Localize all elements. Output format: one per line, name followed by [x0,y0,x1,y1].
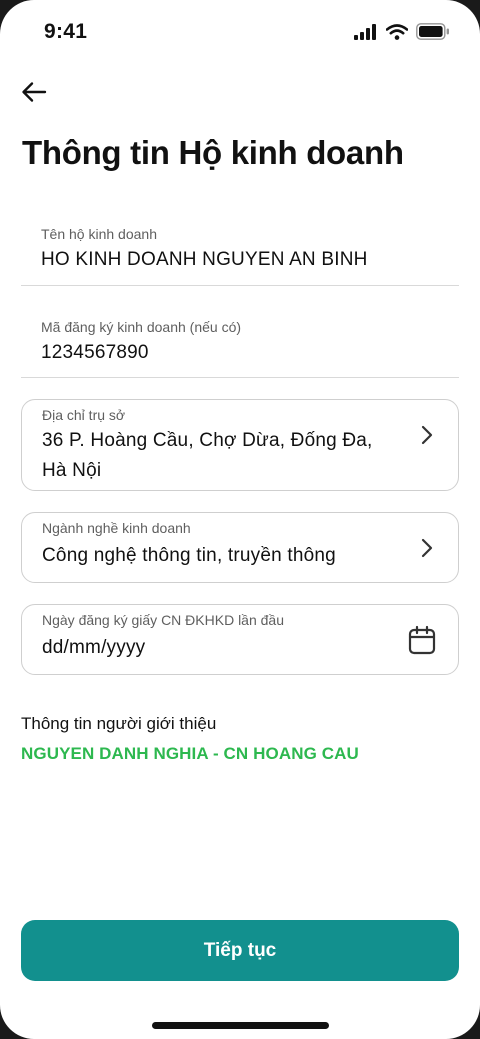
referrer-label: Thông tin người giới thiệu [21,714,217,733]
registration-code-field[interactable]: Mã đăng ký kinh doanh (nếu có) 123456789… [21,290,459,378]
registration-date-label: Ngày đăng ký giấy CN ĐKHKD lần đầu [42,612,285,628]
chevron-right-icon [420,424,434,446]
registration-date-field[interactable]: Ngày đăng ký giấy CN ĐKHKD lần đầu dd/mm… [21,604,459,675]
arrow-left-icon [22,82,47,102]
battery-icon [416,23,449,40]
registration-code-label: Mã đăng ký kinh doanh (nếu có) [41,319,242,335]
business-name-label: Tên hộ kinh doanh [41,226,157,242]
home-indicator [152,1022,329,1029]
industry-label: Ngành nghề kinh doanh [42,520,191,536]
referrer-value: NGUYEN DANH NGHIA - CN HOANG CAU [21,744,359,763]
chevron-right-icon [420,537,434,559]
wifi-icon [386,23,408,40]
address-value: 36 P. Hoàng Cầu, Chợ Dừa, Đống Đa, Hà Nộ… [42,426,398,486]
business-name-field[interactable]: Tên hộ kinh doanh HO KINH DOANH NGUYEN A… [21,198,459,286]
status-bar: 9:41 [0,0,480,64]
continue-button[interactable]: Tiếp tục [21,920,459,981]
calendar-icon[interactable] [408,625,436,655]
back-button[interactable] [20,78,52,106]
registration-date-input[interactable]: dd/mm/yyyy [42,633,398,663]
address-selector[interactable]: Địa chỉ trụ sở 36 P. Hoàng Cầu, Chợ Dừa,… [21,399,459,491]
address-line-1: 36 P. Hoàng Cầu, Chợ Dừa, Đống Đa, [42,430,373,451]
address-label: Địa chỉ trụ sở [42,407,126,423]
phone-screen: 9:41 Thông tin Hộ kinh doanh Tên hộ kinh… [0,0,480,1039]
address-line-2: Hà Nội [42,460,102,481]
industry-selector[interactable]: Ngành nghề kinh doanh Công nghệ thông ti… [21,512,459,583]
status-time: 9:41 [44,20,88,43]
industry-value: Công nghệ thông tin, truyền thông [42,545,336,566]
status-icons [354,23,450,40]
page-title: Thông tin Hộ kinh doanh [22,134,404,171]
business-name-value: HO KINH DOANH NGUYEN AN BINH [41,249,368,270]
registration-code-value: 1234567890 [41,342,149,363]
signal-icon [354,23,376,40]
